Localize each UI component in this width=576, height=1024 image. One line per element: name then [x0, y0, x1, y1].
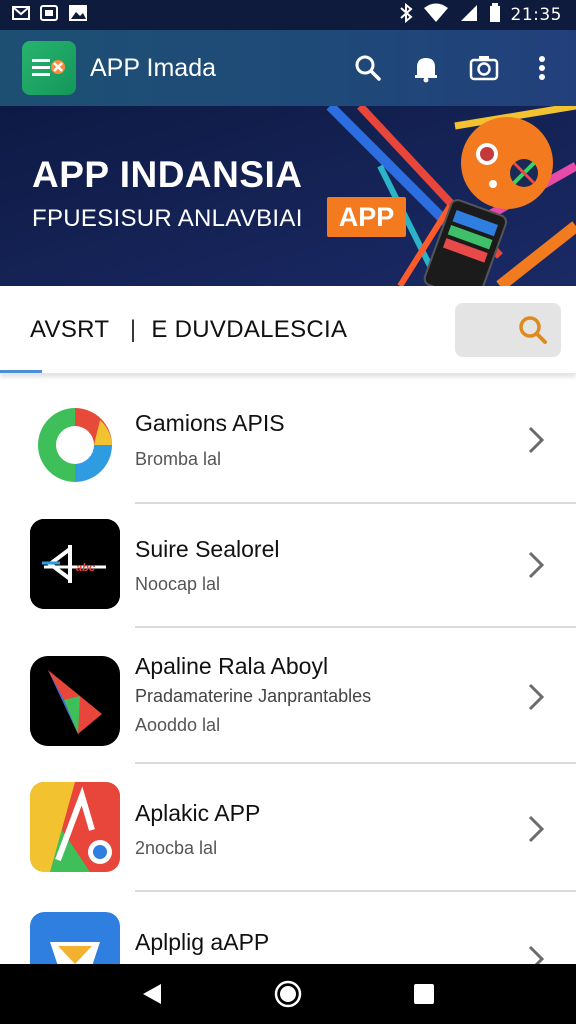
- chevron-right-icon: [528, 945, 545, 964]
- back-button[interactable]: [132, 974, 172, 1014]
- search-button[interactable]: [455, 303, 561, 357]
- signal-icon: [459, 3, 479, 28]
- app-name: Suire Sealorel: [135, 536, 280, 562]
- status-bar: 21:35: [0, 0, 576, 30]
- camera-icon[interactable]: [468, 52, 500, 84]
- home-button[interactable]: [268, 974, 308, 1014]
- app-icon-gamions: [30, 400, 120, 490]
- battery-icon: [489, 2, 501, 28]
- home-icon: [274, 980, 302, 1008]
- app-meta: 2nocba lal: [135, 838, 218, 858]
- chevron-right-icon: [528, 426, 545, 454]
- app-list: Gamions APIS Bromba lal abc Suire Sealor…: [0, 380, 576, 964]
- app-name: Aplplig aAPP: [135, 929, 270, 955]
- app-meta: Aooddo lal: [135, 715, 221, 735]
- app-description: Pradamaterine Janprantables: [135, 686, 372, 706]
- search-icon[interactable]: [352, 52, 384, 84]
- app-icon-aplakic: [30, 782, 120, 872]
- svg-text:abc: abc: [76, 562, 95, 574]
- chevron-right-icon: [528, 551, 545, 579]
- app-title: APP Imada: [90, 53, 217, 82]
- list-item[interactable]: Aplakic APP 2nocba lal: [0, 764, 576, 892]
- image-icon: [68, 4, 88, 27]
- bluetooth-icon: [399, 2, 413, 28]
- app-meta: Noocap lal: [135, 574, 221, 594]
- status-time: 21:35: [510, 5, 562, 25]
- list-item[interactable]: abc Suire Sealorel Noocap lal: [0, 504, 576, 628]
- recents-button[interactable]: [404, 974, 444, 1014]
- list-item[interactable]: Aplplig aAPP: [0, 892, 576, 964]
- tab-row-label[interactable]: AVSRT | E DUVDALESCIA: [30, 316, 347, 344]
- more-vert-icon[interactable]: [526, 52, 558, 84]
- tab-label-left: AVSRT: [30, 316, 109, 343]
- status-left-icons: [12, 4, 88, 27]
- list-item[interactable]: Apaline Rala Aboyl Pradamaterine Janpran…: [0, 628, 576, 764]
- app-bar: APP Imada: [0, 30, 576, 106]
- list-item[interactable]: Gamions APIS Bromba lal: [0, 380, 576, 504]
- app-logo-icon: [32, 59, 65, 76]
- chevron-right-icon: [528, 815, 545, 843]
- search-icon: [519, 316, 547, 344]
- status-right-icons: 21:35: [399, 2, 563, 28]
- tab-indicator: [0, 370, 42, 373]
- chevron-right-icon: [528, 683, 545, 711]
- banner-title: APP INDANSIA: [32, 154, 303, 195]
- mail-icon: [12, 5, 30, 26]
- app-meta: Bromba lal: [135, 449, 222, 469]
- back-icon: [143, 984, 161, 1004]
- app-logo[interactable]: [22, 41, 76, 95]
- app-icon-apaline: [30, 656, 120, 746]
- app-icon-aplplig: [30, 912, 120, 964]
- system-nav-bar: [0, 964, 576, 1024]
- app-bar-actions: [352, 52, 558, 84]
- notification-icon[interactable]: [410, 52, 442, 84]
- wifi-icon: [423, 3, 449, 28]
- app-name: Aplakic APP: [135, 800, 261, 826]
- sim-icon: [40, 4, 58, 26]
- tab-separator: |: [129, 316, 137, 343]
- banner-badge[interactable]: APP: [327, 197, 406, 237]
- recents-icon: [414, 984, 434, 1004]
- tab-row: AVSRT | E DUVDALESCIA: [0, 286, 576, 374]
- app-name: Gamions APIS: [135, 410, 285, 436]
- promo-banner[interactable]: APP INDANSIA FPUESISUR ANLAVBIAI APP: [0, 106, 576, 286]
- app-name: Apaline Rala Aboyl: [135, 653, 329, 679]
- banner-subtitle: FPUESISUR ANLAVBIAI: [32, 205, 303, 232]
- banner-artwork: [0, 106, 576, 286]
- tab-label-right: E DUVDALESCIA: [151, 316, 348, 343]
- app-icon-suire: abc: [30, 519, 120, 609]
